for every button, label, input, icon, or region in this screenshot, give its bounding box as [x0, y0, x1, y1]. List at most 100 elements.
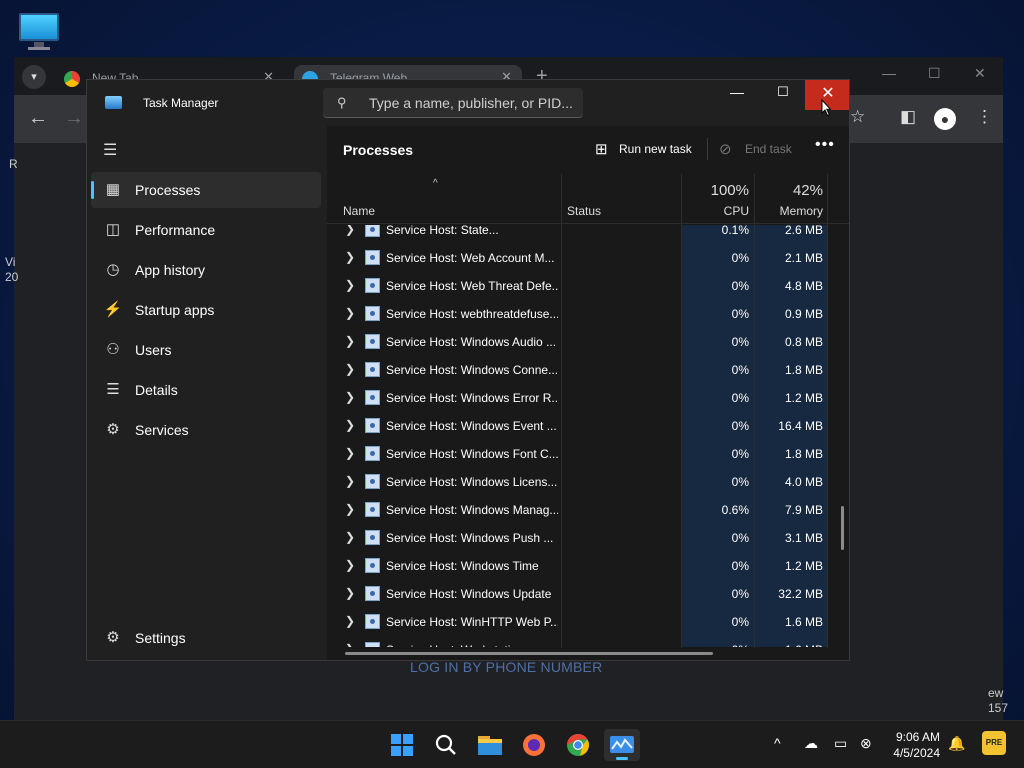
browser-maximize-icon[interactable]: ☐: [928, 65, 941, 82]
start-button[interactable]: [384, 729, 420, 761]
expand-chevron-icon[interactable]: ❯: [345, 250, 355, 264]
table-row[interactable]: ❯ Service Host: Web Account M... 0% 2.1 MB: [327, 244, 849, 272]
column-header-status[interactable]: Status: [567, 204, 601, 218]
table-row[interactable]: ❯ Service Host: Workstation 0% 1.6 MB: [327, 636, 849, 647]
expand-chevron-icon[interactable]: ❯: [345, 614, 355, 628]
nav-item-users[interactable]: ⚇ Users: [91, 332, 321, 368]
expand-chevron-icon[interactable]: ❯: [345, 446, 355, 460]
process-cpu: 0%: [731, 419, 749, 433]
nav-item-details[interactable]: ☰ Details: [91, 372, 321, 408]
partial-text: Vi: [5, 255, 16, 269]
search-input[interactable]: [369, 93, 579, 113]
table-row[interactable]: ❯ Service Host: Web Threat Defe... 0% 4.8 M…: [327, 272, 849, 300]
expand-chevron-icon[interactable]: ❯: [345, 474, 355, 488]
service-host-icon: [365, 642, 380, 647]
nav-item-app-history[interactable]: ◷ App history: [91, 252, 321, 288]
volume-muted-icon[interactable]: ⊗: [860, 735, 872, 752]
task-manager-taskbar-button[interactable]: [604, 729, 640, 761]
notification-bell-icon[interactable]: 🔔: [948, 735, 965, 752]
nav-item-settings[interactable]: ⚙ Settings: [91, 620, 321, 656]
table-row[interactable]: ❯ Service Host: Windows Time 0% 1.2 MB: [327, 552, 849, 580]
hamburger-menu-icon[interactable]: ☰: [103, 140, 117, 160]
cloud-offline-icon[interactable]: ☁: [804, 735, 818, 752]
expand-chevron-icon[interactable]: ❯: [345, 225, 355, 236]
side-panel-icon[interactable]: ◧: [900, 107, 916, 127]
settings-gear-icon: ⚙: [106, 629, 120, 646]
search-box[interactable]: ⚲: [323, 88, 583, 118]
table-row[interactable]: ❯ Service Host: Windows Audio ... 0% 0.8 MB: [327, 328, 849, 356]
service-host-icon: [365, 614, 380, 629]
chrome-icon: [567, 734, 589, 756]
file-explorer-button[interactable]: [472, 729, 508, 761]
process-memory: 0.8 MB: [784, 335, 823, 349]
column-header-name[interactable]: Name: [343, 204, 375, 218]
nav-label: Settings: [135, 630, 186, 646]
process-cpu: 0%: [731, 363, 749, 377]
forward-arrow-icon[interactable]: →: [64, 107, 84, 130]
expand-chevron-icon[interactable]: ❯: [345, 278, 355, 292]
tab-search-chevron-icon[interactable]: ▾: [22, 65, 46, 89]
nav-label: Services: [135, 422, 189, 438]
table-row[interactable]: ❯ Service Host: Windows Conne... 0% 1.8 MB: [327, 356, 849, 384]
network-icon[interactable]: ▭: [834, 735, 847, 752]
expand-chevron-icon[interactable]: ❯: [345, 586, 355, 600]
table-row[interactable]: ❯ Service Host: Windows Manag... 0.6% 7.9 M…: [327, 496, 849, 524]
expand-chevron-icon[interactable]: ❯: [345, 558, 355, 572]
more-options-icon[interactable]: •••: [815, 136, 835, 154]
chrome-button[interactable]: [560, 729, 596, 761]
process-memory: 1.8 MB: [784, 363, 823, 377]
table-row[interactable]: ❯ Service Host: Windows Update 0% 32.2 MB: [327, 580, 849, 608]
table-row[interactable]: ❯ Service Host: webthreatdefuse... 0% 0.9 M…: [327, 300, 849, 328]
process-name: Service Host: Web Account M...: [386, 251, 555, 265]
horizontal-scrollbar[interactable]: [345, 652, 713, 655]
process-cpu: 0%: [731, 587, 749, 601]
table-row[interactable]: ❯ Service Host: Windows Error R... 0% 1.2 M…: [327, 384, 849, 412]
back-arrow-icon[interactable]: ←: [28, 107, 48, 130]
clock[interactable]: 9:06 AM 4/5/2024: [880, 729, 940, 761]
process-name: Service Host: Windows Update: [386, 587, 552, 601]
service-host-icon: [365, 390, 380, 405]
profile-avatar-icon[interactable]: ●: [934, 108, 956, 130]
table-row[interactable]: ❯ Service Host: Windows Push ... 0% 3.1 MB: [327, 524, 849, 552]
taskbar-search-button[interactable]: [428, 729, 464, 761]
this-pc-desktop-icon[interactable]: [17, 11, 61, 51]
column-header-memory[interactable]: Memory: [757, 204, 823, 218]
expand-chevron-icon[interactable]: ❯: [345, 362, 355, 376]
process-memory: 0.9 MB: [784, 307, 823, 321]
browser-minimize-icon[interactable]: —: [882, 65, 896, 81]
process-list: ❯ Service Host: State... 0.1% 2.6 MB ❯ Servic…: [327, 225, 849, 647]
bookmark-star-icon[interactable]: ☆: [850, 107, 865, 127]
expand-chevron-icon[interactable]: ❯: [345, 390, 355, 404]
expand-chevron-icon[interactable]: ❯: [345, 306, 355, 320]
table-row[interactable]: ❯ Service Host: Windows Licens... 0% 4.0 MB: [327, 468, 849, 496]
nav-item-services[interactable]: ⚙ Services: [91, 412, 321, 448]
kebab-menu-icon[interactable]: ⋮: [976, 107, 993, 127]
nav-item-processes[interactable]: ▦ Processes: [91, 172, 321, 208]
users-icon: ⚇: [106, 341, 120, 358]
minimize-button[interactable]: —: [719, 84, 755, 108]
maximize-button[interactable]: ☐: [765, 84, 801, 108]
expand-chevron-icon[interactable]: ❯: [345, 642, 355, 647]
expand-chevron-icon[interactable]: ❯: [345, 334, 355, 348]
chrome-icon: [64, 71, 80, 87]
nav-label: Users: [135, 342, 172, 358]
nav-item-performance[interactable]: ◫ Performance: [91, 212, 321, 248]
show-hidden-icons-chevron-icon[interactable]: ^: [774, 735, 781, 751]
copilot-pre-icon[interactable]: PRE: [982, 731, 1006, 755]
vertical-scrollbar[interactable]: [841, 506, 844, 550]
nav-item-startup-apps[interactable]: ⚡ Startup apps: [91, 292, 321, 328]
column-header-cpu[interactable]: CPU: [683, 204, 749, 218]
partial-text: 157: [988, 701, 1009, 715]
telegram-login-by-phone-link[interactable]: LOG IN BY PHONE NUMBER: [410, 659, 602, 675]
expand-chevron-icon[interactable]: ❯: [345, 530, 355, 544]
table-row[interactable]: ❯ Service Host: WinHTTP Web P... 0% 1.6 MB: [327, 608, 849, 636]
table-row[interactable]: ❯ Service Host: State... 0.1% 2.6 MB: [327, 225, 849, 244]
process-cpu: 0%: [731, 335, 749, 349]
browser-close-icon[interactable]: ✕: [974, 65, 986, 82]
process-cpu: 0.1%: [721, 225, 749, 237]
expand-chevron-icon[interactable]: ❯: [345, 502, 355, 516]
table-row[interactable]: ❯ Service Host: Windows Event ... 0% 16.4 M…: [327, 412, 849, 440]
expand-chevron-icon[interactable]: ❯: [345, 418, 355, 432]
firefox-button[interactable]: [516, 729, 552, 761]
table-row[interactable]: ❯ Service Host: Windows Font C... 0% 1.8 MB: [327, 440, 849, 468]
